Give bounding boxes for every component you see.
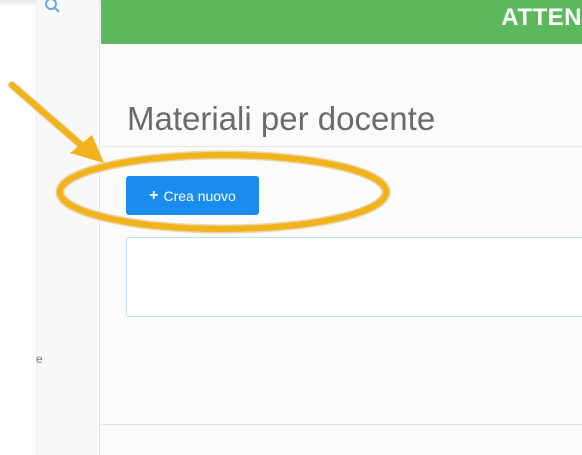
materials-list [126, 237, 582, 317]
divider [101, 146, 582, 147]
top-banner: ATTEN [101, 0, 582, 44]
page-title: Materiali per docente [127, 100, 436, 138]
banner-title: ATTEN [501, 4, 582, 31]
sidebar-item-label[interactable]: e [36, 352, 43, 366]
divider [101, 424, 582, 425]
annotation-arrow [8, 81, 104, 163]
search-icon[interactable] [43, 0, 61, 14]
